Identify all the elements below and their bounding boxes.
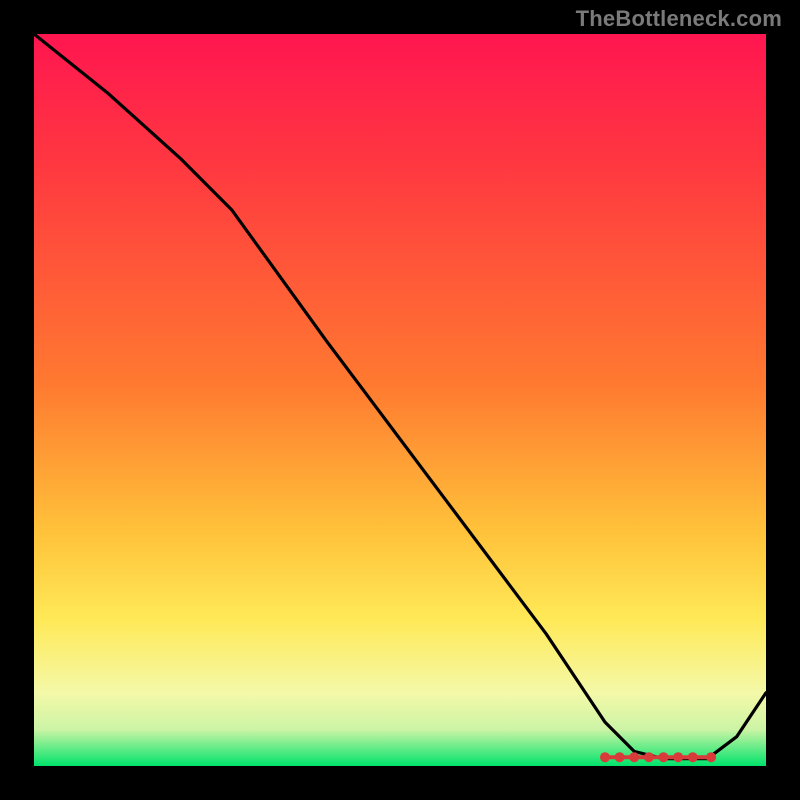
curve-path	[34, 34, 766, 759]
marker-dot	[673, 752, 683, 762]
marker-cluster	[600, 752, 716, 762]
marker-dot	[706, 752, 716, 762]
watermark-text: TheBottleneck.com	[576, 6, 782, 32]
chart-frame: TheBottleneck.com	[0, 0, 800, 800]
plot-svg	[34, 34, 766, 766]
marker-dot	[659, 752, 669, 762]
marker-dot	[629, 752, 639, 762]
marker-dot	[600, 752, 610, 762]
marker-dot	[615, 752, 625, 762]
marker-dot	[644, 752, 654, 762]
plot-area	[34, 34, 766, 766]
marker-dot	[688, 752, 698, 762]
